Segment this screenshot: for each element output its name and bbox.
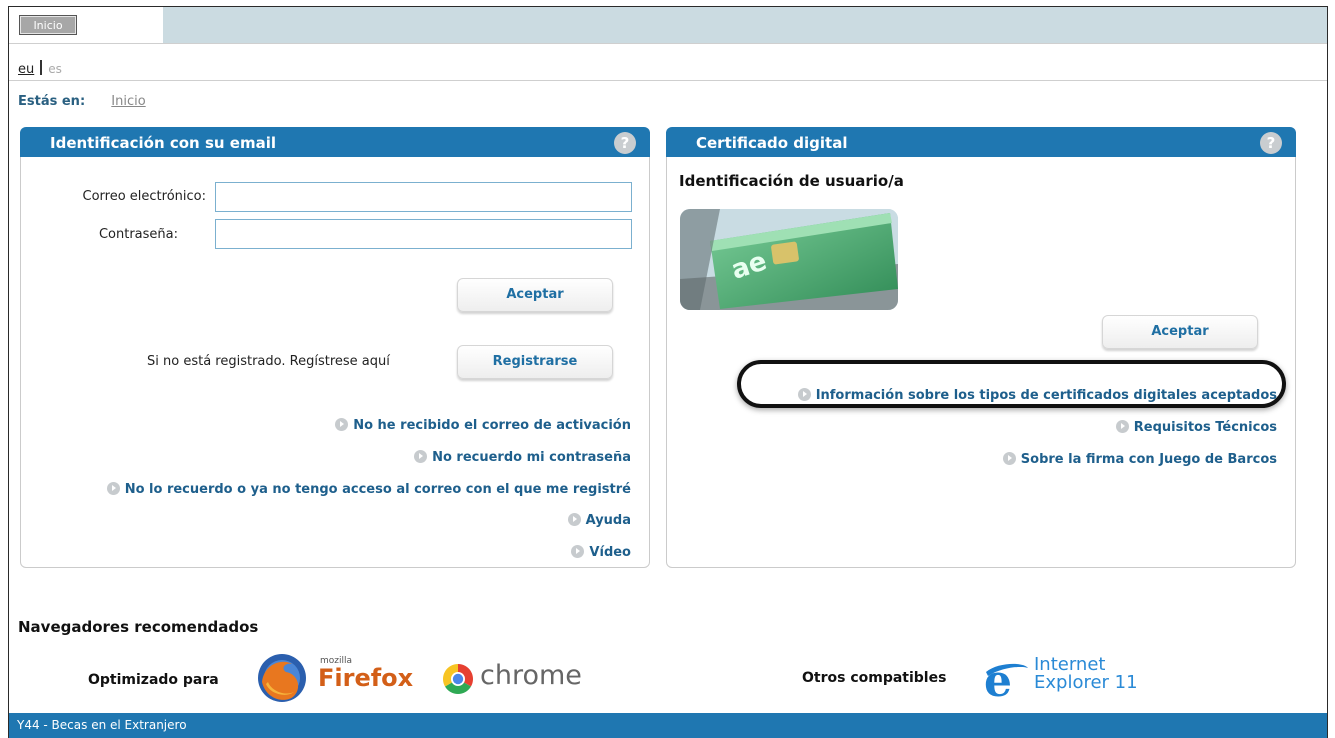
arrow-circle-icon [106, 482, 120, 495]
arrow-circle-icon [571, 545, 585, 558]
internet-explorer-logo-icon: e [984, 656, 1030, 707]
optimized-for-label: Optimizado para [88, 672, 219, 688]
home-button[interactable]: Inicio [19, 15, 77, 35]
lang-separator [40, 60, 43, 75]
register-prompt: Si no está registrado. Regístrese aquí [147, 354, 390, 369]
lang-es-link[interactable]: es [48, 62, 62, 76]
link-technical-requirements[interactable]: Requisitos Técnicos [1115, 420, 1277, 435]
link-label: Ayuda [585, 513, 631, 528]
divider [9, 43, 1327, 44]
link-help[interactable]: Ayuda [567, 513, 631, 528]
link-no-activation-email[interactable]: No he recibido el correo de activación [335, 418, 631, 433]
link-signature-info[interactable]: Sobre la firma con Juego de Barcos [1002, 452, 1277, 467]
id-card-image: ae [680, 209, 898, 310]
breadcrumb: Estás en: Inicio [18, 94, 146, 109]
footer-bar: Y44 - Becas en el Extranjero [9, 713, 1327, 738]
user-identification-heading: Identificación de usuario/a [679, 172, 904, 190]
link-label: Sobre la firma con Juego de Barcos [1020, 452, 1277, 467]
breadcrumb-label: Estás en: [18, 94, 86, 109]
email-label: Correo electrónico: [82, 189, 207, 204]
firefox-wordmark: Firefox [318, 664, 414, 692]
email-field[interactable] [215, 182, 632, 212]
arrow-circle-icon [797, 388, 811, 401]
arrow-circle-icon [1115, 420, 1129, 433]
password-field[interactable] [215, 219, 632, 249]
password-label: Contraseña: [98, 227, 178, 242]
link-label: No he recibido el correo de activación [353, 418, 631, 433]
link-label: No lo recuerdo o ya no tengo acceso al c… [124, 482, 631, 497]
link-lost-email-access[interactable]: No lo recuerdo o ya no tengo acceso al c… [106, 482, 631, 497]
lang-eu-link[interactable]: eu [18, 62, 34, 77]
email-panel-title: Identificación con su email [50, 134, 276, 152]
divider [9, 80, 1327, 81]
language-switcher: eu es [18, 60, 62, 77]
email-accept-button[interactable]: Aceptar [457, 278, 613, 312]
cert-panel-title: Certificado digital [696, 134, 848, 152]
recommended-browsers-title: Navegadores recomendados [18, 618, 259, 636]
register-button[interactable]: Registrarse [457, 345, 613, 379]
link-label: Vídeo [589, 545, 631, 560]
help-icon[interactable]: ? [614, 132, 636, 154]
top-bar: Inicio [9, 7, 1327, 43]
help-icon[interactable]: ? [1260, 132, 1282, 154]
link-video[interactable]: Vídeo [571, 545, 631, 560]
arrow-circle-icon [1002, 452, 1016, 465]
arrow-circle-icon [335, 418, 349, 431]
id-card-illustration: ae [680, 209, 898, 310]
chrome-wordmark: chrome [480, 660, 582, 691]
link-label: No recuerdo mi contraseña [432, 450, 631, 465]
breadcrumb-home-link[interactable]: Inicio [111, 94, 145, 109]
link-forgot-password[interactable]: No recuerdo mi contraseña [414, 450, 631, 465]
other-compatible-label: Otros compatibles [802, 670, 947, 686]
chrome-logo-icon [442, 663, 474, 695]
ie-wordmark: Internet Explorer 11 [1034, 656, 1138, 692]
cert-accept-button[interactable]: Aceptar [1102, 315, 1258, 349]
firefox-logo-icon [256, 652, 308, 704]
link-accepted-certificates-info[interactable]: Información sobre los tipos de certifica… [797, 388, 1277, 403]
cert-panel-header: Certificado digital ? [666, 127, 1296, 157]
arrow-circle-icon [414, 450, 428, 463]
footer-text: Y44 - Becas en el Extranjero [17, 718, 187, 732]
email-panel-header: Identificación con su email ? [20, 127, 650, 157]
link-label: Requisitos Técnicos [1133, 420, 1277, 435]
top-bar-strip [163, 7, 1327, 43]
ie-wordmark-line2: Explorer 11 [1034, 672, 1138, 693]
certificate-panel [666, 130, 1296, 568]
arrow-circle-icon [567, 513, 581, 526]
link-label: Información sobre los tipos de certifica… [815, 388, 1277, 403]
